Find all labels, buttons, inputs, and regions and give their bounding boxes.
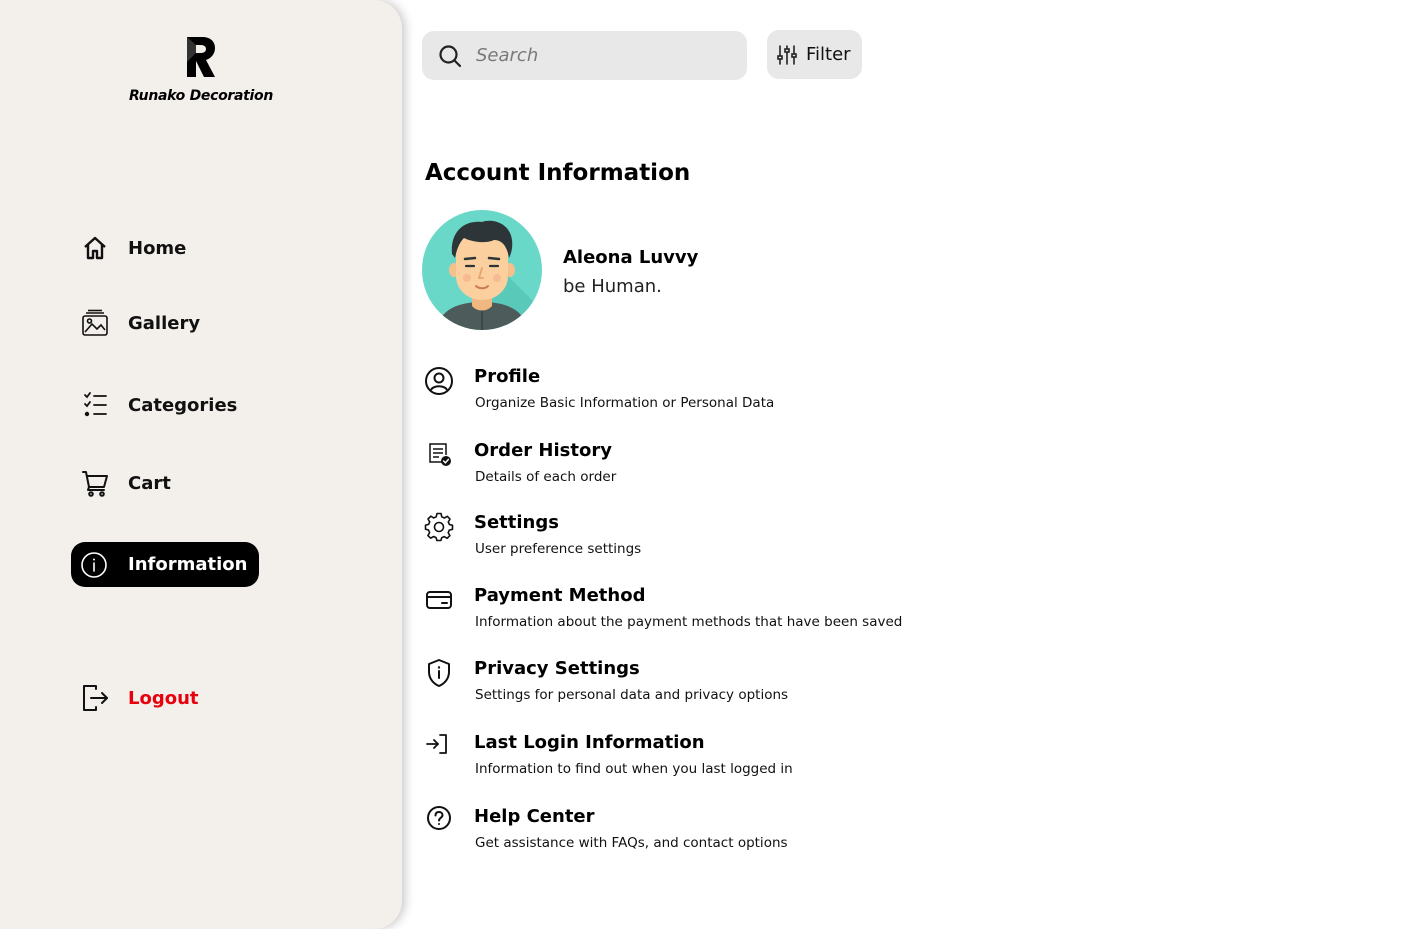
sidebar-item-cart[interactable]: Cart: [80, 466, 171, 500]
menu-item-description: Get assistance with FAQs, and contact op…: [475, 835, 788, 851]
menu-item-privacy-settings[interactable]: Privacy Settings Settings for personal d…: [424, 658, 944, 712]
sidebar: Runako Decoration Home Gallery Categorie…: [0, 0, 402, 929]
menu-item-description: Settings for personal data and privacy o…: [475, 687, 789, 703]
menu-item-title: Help Center: [474, 806, 595, 827]
gear-icon: [424, 512, 454, 542]
info-icon: [79, 550, 109, 580]
user-avatar[interactable]: [422, 210, 542, 330]
user-circle-icon: [424, 366, 454, 396]
menu-item-order-history[interactable]: Order History Details of each order: [424, 440, 944, 494]
search-bar[interactable]: [422, 31, 747, 80]
menu-item-title: Payment Method: [474, 585, 646, 606]
logout-button[interactable]: Logout: [80, 681, 199, 715]
menu-item-help-center[interactable]: Help Center Get assistance with FAQs, an…: [424, 806, 944, 860]
search-input[interactable]: [474, 44, 718, 67]
home-icon: [80, 233, 110, 263]
sidebar-item-information[interactable]: Information: [71, 542, 260, 587]
sidebar-item-label: Gallery: [128, 312, 201, 334]
gallery-icon: [80, 308, 110, 338]
menu-item-title: Order History: [474, 440, 612, 461]
menu-item-title: Privacy Settings: [474, 658, 640, 679]
menu-item-last-login[interactable]: Last Login Information Information to fi…: [424, 732, 944, 786]
logout-label: Logout: [128, 687, 199, 709]
help-circle-icon: [424, 806, 454, 836]
filter-button[interactable]: Filter: [767, 30, 862, 79]
menu-item-title: Profile: [474, 366, 541, 387]
sidebar-item-home[interactable]: Home: [80, 231, 186, 265]
sidebar-item-label: Home: [128, 237, 187, 259]
user-tagline: be Human.: [563, 276, 662, 297]
menu-item-description: User preference settings: [475, 541, 642, 557]
menu-item-description: Information about the payment methods th…: [475, 614, 903, 630]
login-arrow-icon: [424, 732, 454, 762]
sliders-icon: [777, 44, 797, 65]
sidebar-item-label: Information: [128, 554, 248, 575]
sidebar-item-categories[interactable]: Categories: [80, 388, 237, 422]
menu-item-payment-method[interactable]: Payment Method Information about the pay…: [424, 585, 944, 639]
menu-item-title: Last Login Information: [474, 732, 705, 753]
sidebar-item-label: Categories: [128, 394, 238, 416]
cart-icon: [80, 468, 110, 498]
receipt-check-icon: [424, 440, 454, 470]
search-icon: [439, 44, 462, 67]
sidebar-item-gallery[interactable]: Gallery: [80, 306, 200, 340]
user-name: Aleona Luvvy: [563, 247, 699, 268]
brand[interactable]: Runako Decoration: [0, 34, 402, 104]
menu-item-settings[interactable]: Settings User preference settings: [424, 512, 944, 566]
sidebar-item-label: Cart: [128, 472, 171, 494]
menu-item-description: Information to find out when you last lo…: [475, 761, 793, 777]
credit-card-icon: [424, 585, 454, 615]
menu-item-profile[interactable]: Profile Organize Basic Information or Pe…: [424, 366, 944, 420]
page-title: Account Information: [425, 160, 691, 186]
filter-label: Filter: [806, 44, 851, 65]
shield-info-icon: [424, 658, 454, 688]
categories-list-icon: [80, 390, 110, 420]
menu-item-description: Organize Basic Information or Personal D…: [475, 395, 775, 411]
menu-item-title: Settings: [474, 512, 559, 533]
runako-logo-icon: [187, 37, 215, 77]
menu-item-description: Details of each order: [475, 469, 617, 485]
brand-name: Runako Decoration: [128, 88, 274, 104]
logout-icon: [80, 683, 110, 713]
